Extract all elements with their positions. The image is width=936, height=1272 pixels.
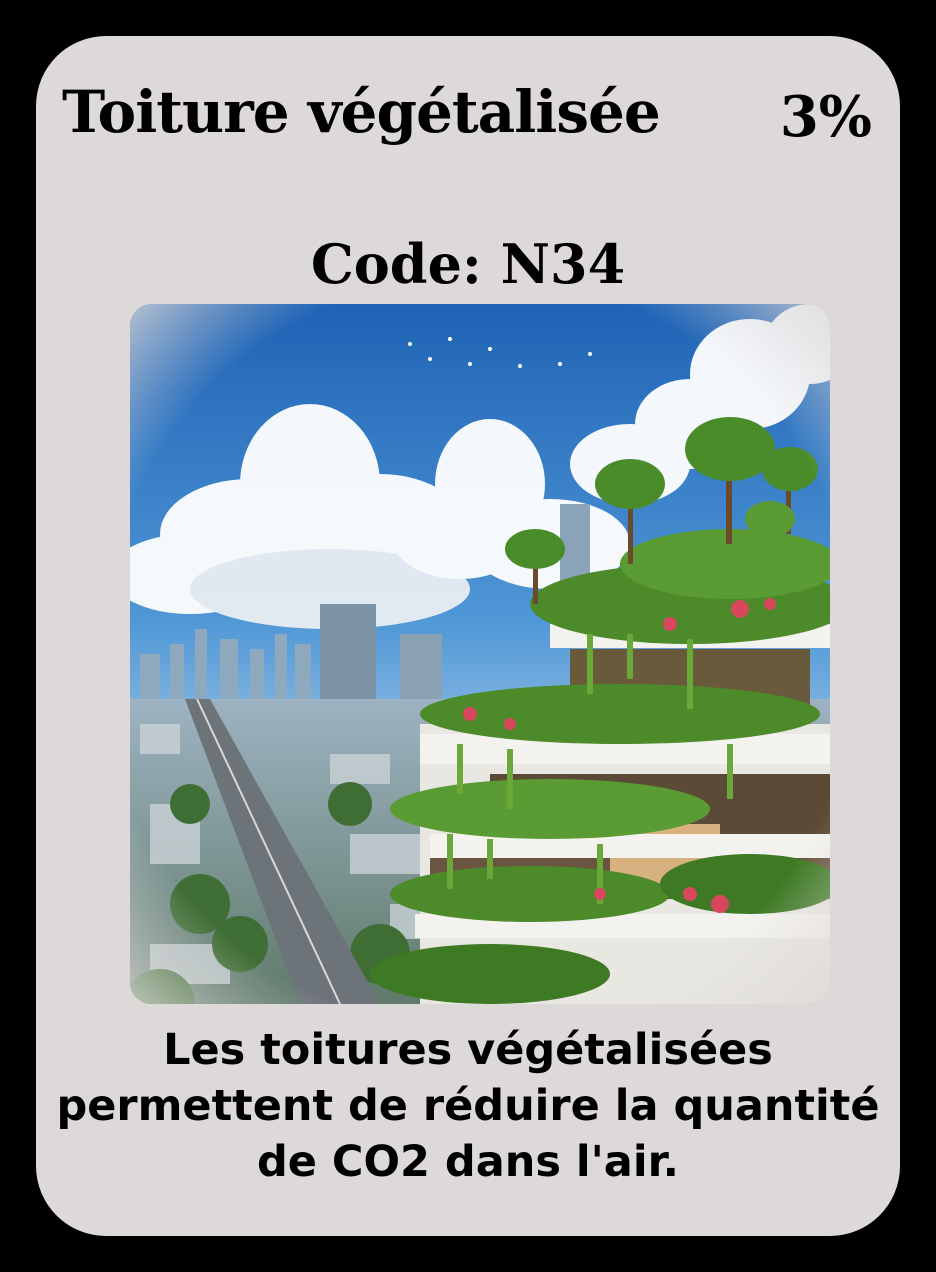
vignette: [130, 304, 830, 1004]
card-code: Code: N34: [310, 232, 626, 296]
card-percent: 3%: [779, 84, 872, 150]
card-title: Toiture végétalisée: [62, 78, 661, 146]
green-roof-illustration: [130, 304, 830, 1004]
card-description: Les toitures végétalisées permettent de …: [56, 1025, 880, 1187]
card: Toiture végétalisée 3% Code: N34 Les toi…: [36, 36, 900, 1236]
